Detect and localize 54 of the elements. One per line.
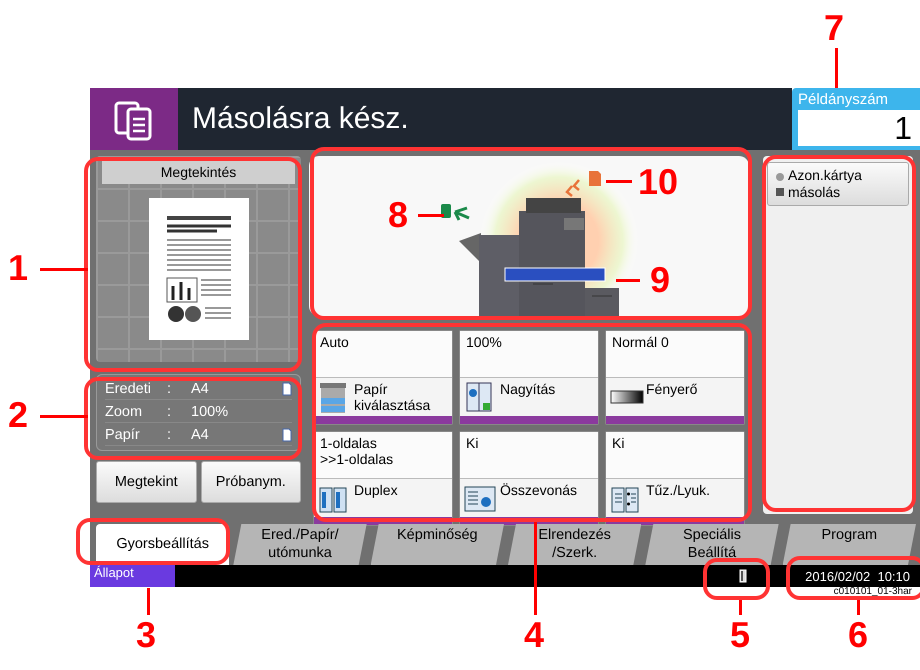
separator-text: : [167, 381, 172, 397]
leader-line [418, 214, 444, 217]
callout-number: 7 [824, 8, 844, 48]
separator-text: : [167, 404, 172, 420]
callout-number: 9 [650, 260, 670, 300]
preview-title: Megtekintés [102, 160, 295, 184]
output-document-icon [441, 204, 470, 222]
status-title: Másolásra kész. [178, 88, 792, 150]
paper-icon [282, 428, 292, 442]
toner-icon [739, 569, 748, 583]
tab[interactable]: Ered./Papír/ utómunka [233, 524, 367, 565]
preview-button[interactable]: Megtekint [96, 461, 196, 503]
copies-field[interactable]: 1 [798, 110, 920, 146]
separator-text: : [167, 427, 172, 443]
image-code: c010101_01-3har [832, 587, 913, 599]
date-time: 2016/02/02 10:10 [805, 568, 910, 584]
copies-label: Példányszám [798, 91, 890, 108]
callout-number: 2 [8, 395, 28, 435]
setting-value: A4 [191, 381, 210, 397]
leader-line [606, 180, 632, 183]
id-card-copy-button[interactable]: Azon.kártya másolás [767, 162, 909, 206]
paper-level-icon [504, 268, 606, 282]
callout-number: 1 [8, 248, 28, 288]
original-document-icon [565, 171, 601, 198]
setting-value: 100% [191, 404, 230, 420]
function-button[interactable]: 100% Nagyítás [459, 330, 599, 425]
function-button[interactable]: Ki Tűz./Lyuk. [605, 431, 745, 526]
leader-line [616, 279, 640, 282]
tab[interactable]: Speciális Beállítá [645, 524, 779, 565]
paper-icon [282, 382, 292, 396]
tab[interactable]: Elrendezés /Szerk. [508, 524, 642, 565]
function-button[interactable]: Ki Összevonás [459, 431, 599, 526]
function-button[interactable]: Auto Papír kiválasztása [313, 330, 453, 425]
leader-line [835, 48, 838, 88]
callout-number: 6 [848, 615, 868, 655]
callout-outline [703, 558, 770, 600]
callout-number: 5 [730, 615, 750, 655]
tab[interactable]: Képminőség [370, 524, 504, 565]
leader-line [40, 415, 88, 418]
callout-number: 3 [136, 615, 156, 655]
leader-line [147, 588, 150, 615]
callout-number: 10 [638, 162, 678, 202]
function-button[interactable]: Normál 0 Fényerő [605, 330, 745, 425]
tab[interactable]: Program [782, 524, 916, 565]
function-button[interactable]: 1-oldalas >>1-oldalas Duplex [313, 431, 453, 526]
setting-label: Zoom [105, 404, 144, 420]
status-button[interactable]: Állapot [90, 565, 175, 587]
leader-line [40, 268, 88, 271]
setting-label: Eredeti [105, 381, 152, 397]
callout-number: 4 [524, 615, 544, 655]
callout-number: 8 [388, 195, 408, 235]
preview-button[interactable]: Próbanym. [200, 461, 301, 503]
setting-value: A4 [191, 427, 210, 443]
setting-label: Papír [105, 427, 141, 443]
